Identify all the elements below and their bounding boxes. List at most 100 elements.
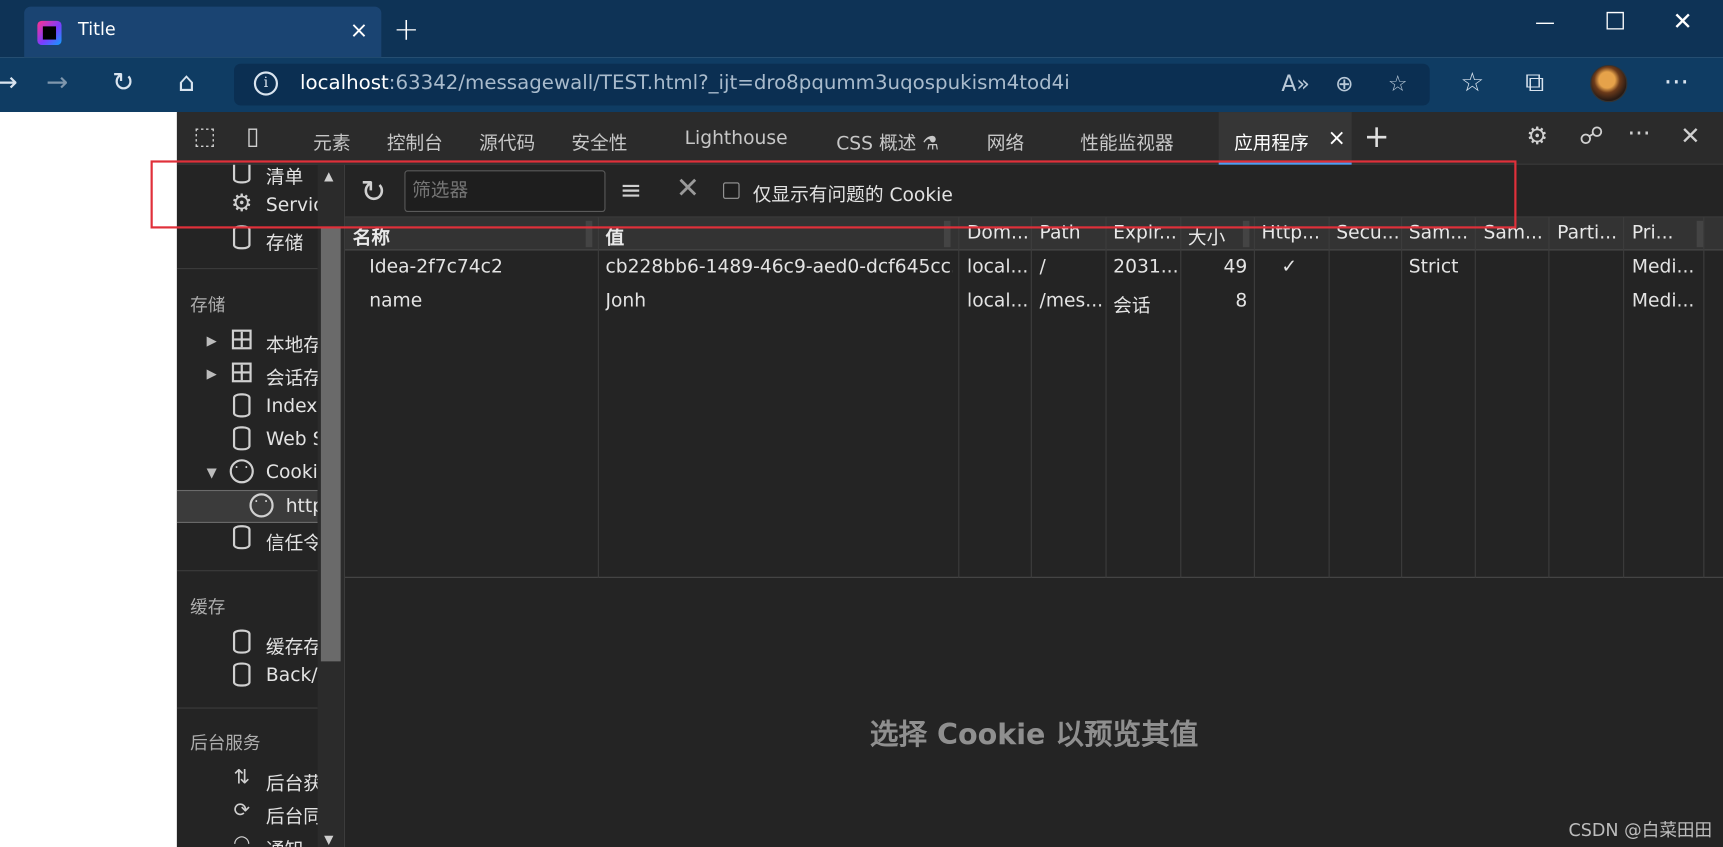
tab-css-overview-label: CSS 概述 (836, 132, 917, 155)
tab-close-button[interactable]: × (350, 16, 368, 42)
browser-tab[interactable]: Title × (24, 6, 382, 58)
cell-domain: local... (967, 290, 1029, 313)
cell-domain: local... (967, 255, 1029, 278)
sidebar-item-web-sql[interactable]: Web SQL (177, 424, 318, 457)
scrollbar-thumb[interactable] (320, 227, 341, 662)
scroll-down-arrow-icon[interactable]: ▼ (324, 833, 333, 847)
collapse-arrow-icon[interactable]: ▼ (207, 465, 217, 480)
experiment-flask-icon: ⚗ (922, 132, 940, 155)
cache-section-title: 缓存 (190, 596, 226, 618)
device-emulation-icon[interactable]: ▯ (246, 123, 259, 150)
cell-expires: 2031... (1113, 255, 1177, 278)
expand-arrow-icon[interactable]: ▶ (207, 366, 217, 381)
cell-httponly: ✓ (1281, 255, 1297, 278)
database-icon (230, 662, 254, 688)
sidebar-scrollbar[interactable]: ▲ ▼ (317, 164, 344, 847)
collections-icon[interactable]: ⧉ (1525, 67, 1544, 98)
tab-sources[interactable]: 源代码 (479, 127, 535, 155)
tab-performance-monitor[interactable]: 性能监视器 (1080, 127, 1173, 155)
sidebar-item-label: Back/forward cache (265, 664, 318, 687)
sidebar-item-label: Web SQL (265, 428, 318, 451)
new-tab-button[interactable]: + (393, 11, 419, 47)
forward-icon[interactable]: → (46, 67, 68, 98)
cell-priority: Medi... (1631, 290, 1695, 313)
maximize-button[interactable]: ☐ (1604, 9, 1626, 36)
minimize-button[interactable]: — (1535, 11, 1555, 34)
sidebar-item-label: 本地存储 (265, 335, 318, 358)
cookie-preview-area: 选择 Cookie 以预览其值 (345, 578, 1723, 847)
tab-network[interactable]: 网络 (987, 127, 1024, 155)
cell-size: 8 (1235, 290, 1248, 313)
background-services-section-title: 后台服务 (190, 732, 261, 754)
inspect-element-icon[interactable]: ⬚ (193, 123, 216, 150)
cookie-table: 名称 值 Dom... Path Expir... 大小 Http... Sec… (345, 217, 1723, 578)
sidebar-item-label: 缓存存储 (265, 637, 318, 660)
sidebar-item-background-sync[interactable]: ⟳ 后台同步 (177, 796, 317, 829)
cookie-icon (229, 459, 254, 485)
cell-samesite: Strict (1408, 255, 1459, 278)
cell-path: / (1039, 255, 1046, 278)
settings-gear-icon[interactable]: ⚙ (1526, 123, 1548, 150)
sidebar-item-label: http://localhost:63342 (285, 495, 318, 518)
sidebar-item-label: 存储 (265, 232, 304, 255)
home-icon[interactable]: ⌂ (178, 67, 195, 98)
close-window-button[interactable]: ✕ (1673, 9, 1693, 36)
expand-arrow-icon[interactable]: ▶ (207, 333, 217, 348)
table-row[interactable]: name Jonh local... /mes... 会话 8 Medi... (345, 285, 1723, 319)
profile-avatar[interactable] (1590, 64, 1628, 103)
read-aloud-icon[interactable]: A» (1281, 70, 1309, 96)
back-icon[interactable]: → (0, 67, 18, 98)
table-icon (230, 327, 254, 353)
close-devtools-button[interactable]: ✕ (1680, 123, 1700, 150)
more-tools-icon[interactable]: ··· (1627, 121, 1650, 148)
cookies-pane: ↻ ≡ ✕ 仅显示有问题的 Cookie 名称 值 Dom... Path Ex… (345, 164, 1723, 847)
sidebar-item-label: Cookie (265, 461, 318, 484)
close-application-tab-button[interactable]: × (1327, 124, 1345, 150)
sync-icon: ⟳ (233, 798, 251, 822)
site-info-icon[interactable]: i (253, 71, 279, 96)
tab-css-overview[interactable]: CSS 概述 ⚗ (836, 127, 940, 155)
sidebar-item-background-fetch[interactable]: ⇅ 后台获取 (177, 764, 318, 797)
tab-elements[interactable]: 元素 (313, 127, 350, 155)
tab-console[interactable]: 控制台 (387, 127, 443, 155)
sidebar-item-label: 通知 (266, 834, 303, 847)
refresh-icon[interactable]: ↻ (112, 67, 134, 98)
favorites-icon[interactable]: ☆ (1460, 67, 1484, 98)
sidebar-item-session-storage[interactable]: ▶ 会话存储 (177, 358, 318, 391)
tab-application[interactable]: 应用程序 (1234, 127, 1309, 155)
more-icon[interactable]: ··· (1664, 67, 1689, 98)
csdn-watermark: CSDN @白菜田田 (1568, 819, 1713, 841)
sidebar-item-notifications[interactable]: ◠ 通知 (177, 829, 318, 847)
cell-priority: Medi... (1631, 255, 1695, 278)
column-header-priority[interactable]: Pri... (1632, 222, 1698, 244)
database-icon (230, 225, 254, 251)
tab-lighthouse[interactable]: Lighthouse (685, 127, 788, 149)
database-icon (230, 393, 254, 419)
sidebar-divider (176, 570, 318, 572)
cookie-icon (249, 493, 274, 519)
add-panel-button[interactable]: + (1364, 119, 1390, 155)
webstorm-favicon-icon (37, 20, 62, 46)
sidebar-item-back-forward-cache[interactable]: Back/forward cache (177, 660, 318, 693)
sidebar-item-cookie-origin[interactable]: http://localhost:63342 (176, 489, 318, 523)
sidebar-item-cookies[interactable]: ▼ Cookie (177, 457, 318, 490)
title-bar: Title × + — ☐ ✕ (0, 0, 1723, 58)
url-text[interactable]: localhost:63342/messagewall/TEST.html?_i… (300, 71, 1070, 94)
sidebar-item-trust-tokens[interactable]: 信任令牌 (177, 523, 318, 556)
sidebar-item-label: 后台获取 (265, 773, 318, 796)
sidebar-item-indexeddb[interactable]: IndexedDB (177, 391, 318, 424)
zoom-icon[interactable]: ⊕ (1335, 70, 1353, 96)
up-down-arrows-icon: ⇅ (233, 765, 251, 789)
browser-toolbar: → → ↻ ⌂ i localhost:63342/messagewall/TE… (0, 57, 1723, 113)
table-row[interactable]: Idea-2f7c74c2 cb228bb6-1489-46c9-aed0-dc… (345, 250, 1723, 284)
tab-security[interactable]: 安全性 (571, 127, 627, 155)
sidebar-item-cache-storage[interactable]: 缓存存储 (177, 627, 318, 660)
cell-expires: 会话 (1113, 295, 1151, 318)
column-header-partition-key[interactable]: Parti... (1557, 222, 1625, 244)
database-icon (230, 525, 254, 551)
address-bar[interactable]: i localhost:63342/messagewall/TEST.html?… (234, 63, 1430, 106)
add-favorite-icon[interactable]: ☆ (1388, 70, 1408, 96)
cell-path: /mes... (1039, 290, 1104, 313)
sidebar-item-local-storage[interactable]: ▶ 本地存储 (177, 325, 318, 358)
feedback-icon[interactable]: ☍ (1579, 123, 1603, 150)
